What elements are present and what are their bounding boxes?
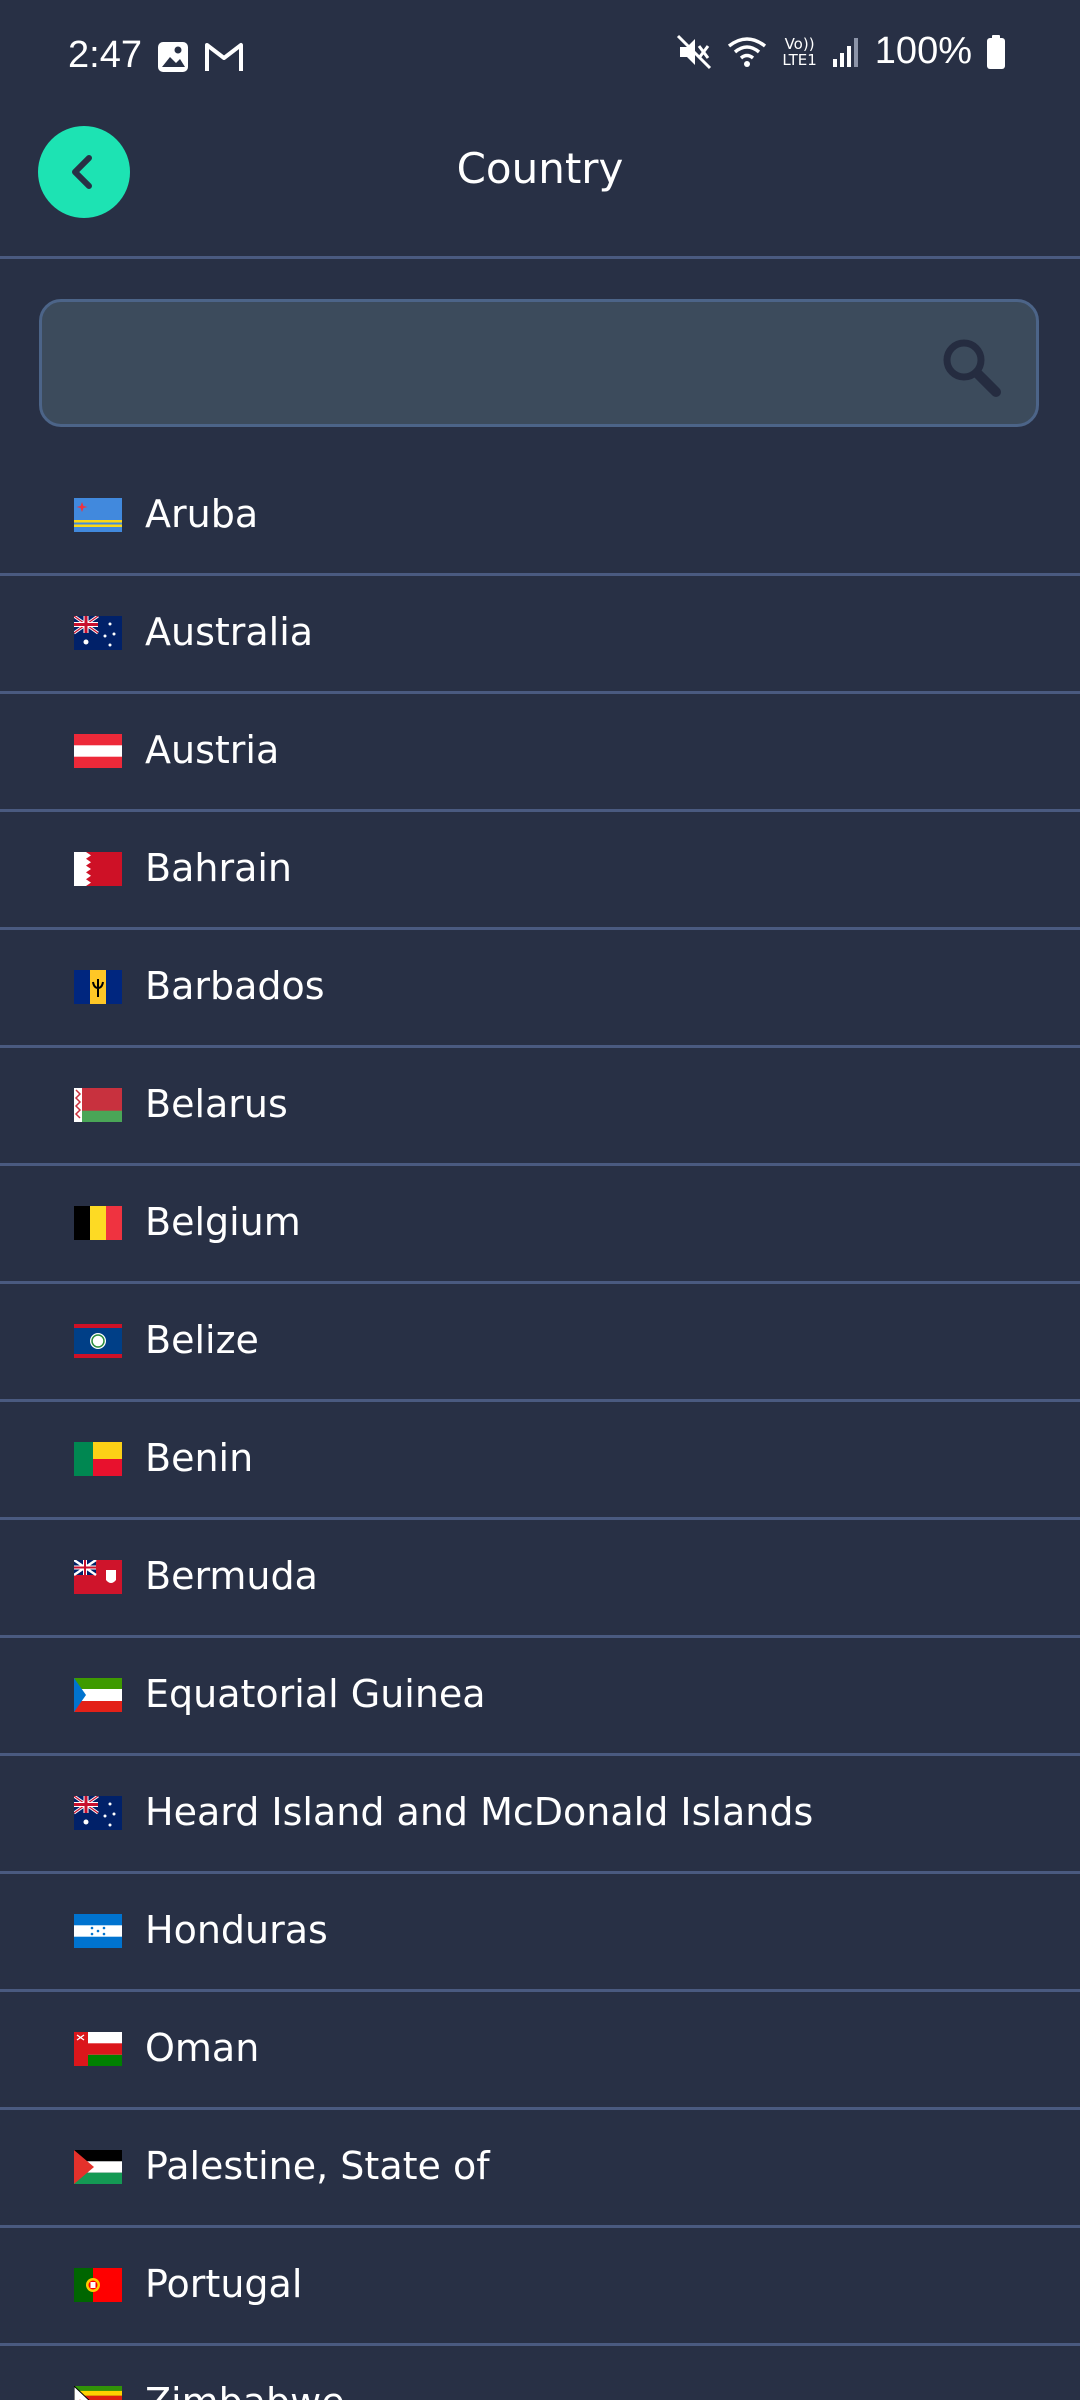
gallery-notification-icon [158, 42, 188, 72]
country-name: Bermuda [145, 1554, 318, 1598]
wifi-icon [728, 36, 767, 67]
country-list-item[interactable]: Australia [0, 576, 1080, 694]
country-name: Benin [145, 1436, 254, 1480]
country-name: Equatorial Guinea [145, 1672, 486, 1716]
country-name: Zimbabwe [145, 2380, 345, 2400]
status-time: 2:47 [68, 34, 142, 76]
country-list-item[interactable]: Equatorial Guinea [0, 1638, 1080, 1756]
country-name: Austria [145, 728, 280, 772]
country-name: Bahrain [145, 846, 292, 890]
country-name: Oman [145, 2026, 260, 2070]
country-list-item[interactable]: Belgium [0, 1166, 1080, 1284]
volte-label: Vo)) [784, 34, 815, 53]
palestine-flag-icon [74, 2150, 122, 2184]
country-name: Palestine, State of [145, 2144, 490, 2188]
country-list-item[interactable]: Heard Island and McDonald Islands [0, 1756, 1080, 1874]
austria-flag-icon [74, 734, 122, 768]
header-divider [0, 256, 1080, 259]
country-name: Aruba [145, 492, 259, 536]
page-title: Country [456, 144, 624, 193]
country-name: Heard Island and McDonald Islands [145, 1790, 814, 1834]
zimbabwe-flag-icon [74, 2386, 122, 2400]
volte-indicator: Vo)) LTE1 [782, 36, 816, 68]
signal-icon [832, 37, 858, 67]
australia-flag-icon [74, 1796, 122, 1830]
belize-flag-icon [74, 1324, 122, 1358]
country-list-item[interactable]: Honduras [0, 1874, 1080, 1992]
country-list-item[interactable]: Bahrain [0, 812, 1080, 930]
search-input[interactable] [66, 302, 950, 426]
portugal-flag-icon [74, 2268, 122, 2302]
bermuda-flag-icon [74, 1560, 122, 1594]
oman-flag-icon [74, 2032, 122, 2066]
honduras-flag-icon [74, 1914, 122, 1948]
equatorial-guinea-flag-icon [74, 1678, 122, 1712]
gmail-notification-icon [205, 43, 243, 71]
search-icon[interactable] [940, 336, 1002, 398]
country-list-item[interactable]: Benin [0, 1402, 1080, 1520]
country-list-item[interactable]: Aruba [0, 458, 1080, 576]
belarus-flag-icon [74, 1088, 122, 1122]
country-list: Aruba Australia Austria Bahrain Barbados Bela… [0, 458, 1080, 2400]
header: Country [0, 118, 1080, 258]
belgium-flag-icon [74, 1206, 122, 1240]
lte-label: LTE1 [782, 50, 817, 69]
search-box[interactable] [39, 299, 1039, 427]
country-name: Barbados [145, 964, 325, 1008]
battery-icon [987, 34, 1005, 69]
country-name: Australia [145, 610, 314, 654]
bahrain-flag-icon [74, 852, 122, 886]
battery-percentage: 100% [874, 30, 972, 72]
benin-flag-icon [74, 1442, 122, 1476]
country-name: Portugal [145, 2262, 303, 2306]
country-list-item[interactable]: Belize [0, 1284, 1080, 1402]
aruba-flag-icon [74, 498, 122, 532]
country-list-item[interactable]: Zimbabwe [0, 2346, 1080, 2400]
country-list-item[interactable]: Barbados [0, 930, 1080, 1048]
country-list-item[interactable]: Bermuda [0, 1520, 1080, 1638]
country-list-item[interactable]: Palestine, State of [0, 2110, 1080, 2228]
country-list-item[interactable]: Portugal [0, 2228, 1080, 2346]
status-bar: 2:47 Vo)) LTE1 100% [0, 0, 1080, 118]
country-name: Honduras [145, 1908, 328, 1952]
country-list-item[interactable]: Austria [0, 694, 1080, 812]
mute-icon [677, 34, 712, 69]
country-list-item[interactable]: Oman [0, 1992, 1080, 2110]
country-name: Belgium [145, 1200, 301, 1244]
australia-flag-icon [74, 616, 122, 650]
country-list-item[interactable]: Belarus [0, 1048, 1080, 1166]
country-name: Belize [145, 1318, 259, 1362]
barbados-flag-icon [74, 970, 122, 1004]
country-name: Belarus [145, 1082, 288, 1126]
